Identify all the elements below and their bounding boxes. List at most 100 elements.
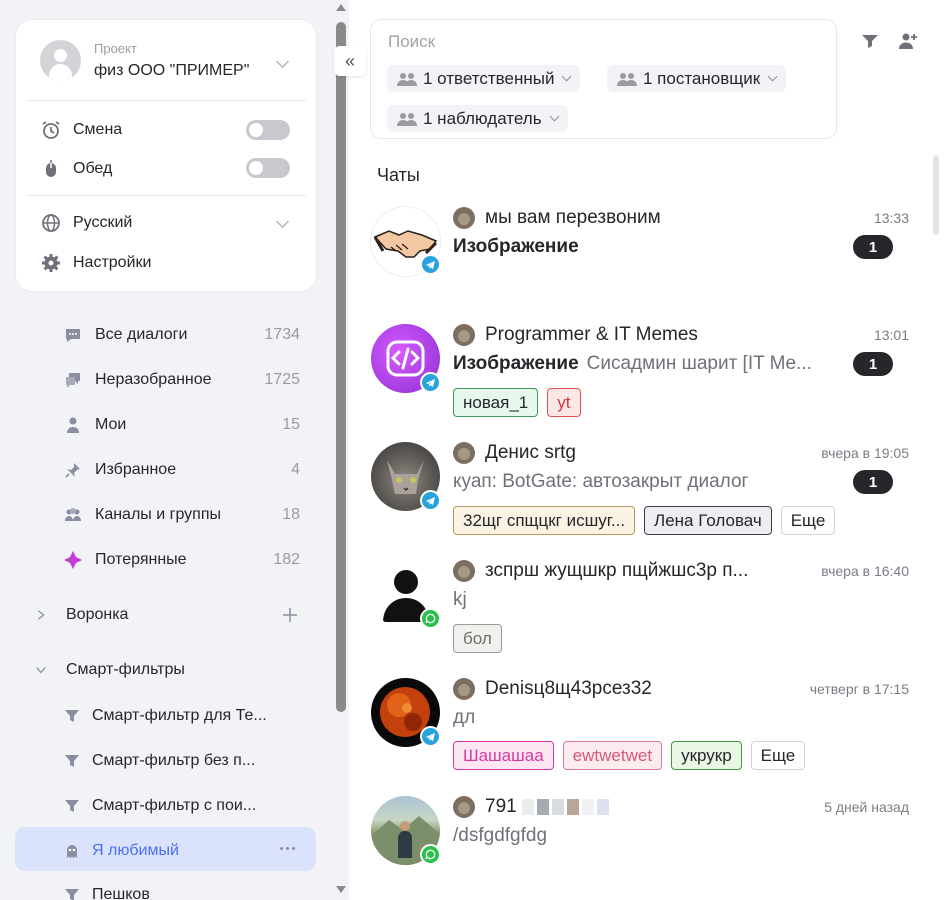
project-name: физ ООО "ПРИМЕР" [94,62,250,79]
smart-filter-item[interactable]: Пешков [64,883,150,900]
filter-chip-assignee[interactable]: 1 ответственный [387,65,581,92]
scroll-up-arrow-icon[interactable] [336,4,346,11]
people-icon [397,112,417,126]
chat-time: вчера в 16:40 [821,563,909,579]
sidebar: Проект физ ООО "ПРИМЕР" Смена Обед Русск… [0,0,333,900]
language-select[interactable]: Русский [40,212,132,234]
tag[interactable]: новая_1 [453,388,539,417]
sender-avatar [453,560,475,582]
chevron-down-icon[interactable] [276,215,289,228]
lunch-toggle[interactable] [246,158,290,178]
smart-filters-group[interactable]: Смарт-фильтры [36,658,185,682]
chevron-down-icon[interactable] [276,55,289,68]
nav-count: 1734 [264,326,300,343]
smart-filter-label: Я любимый [92,842,179,859]
chat-tags: бол [453,624,502,653]
globe-icon [40,212,62,234]
sender-avatar [453,796,475,818]
smart-filter-item[interactable]: Смарт-фильтр для Те... [64,704,267,728]
smart-filter-label: Смарт-фильтр с пои... [92,797,257,814]
nav-item-mine[interactable]: Мои 15 [64,413,304,437]
sidebar-scroll-thumb[interactable] [336,22,346,712]
filter-chip-creator[interactable]: 1 постановщик [607,65,787,92]
project-caption: Проект [94,41,137,56]
tag[interactable]: Лена Головач [644,506,772,535]
ghost-icon [67,845,77,858]
telegram-icon [420,726,441,747]
plus-icon[interactable] [282,607,298,623]
tag[interactable]: бол [453,624,502,653]
scroll-down-arrow-icon[interactable] [336,886,346,893]
filter-icon [65,755,79,767]
more-tags-button[interactable]: Еще [750,741,806,770]
nav-count: 182 [273,551,300,568]
chat-list-scroll-thumb[interactable] [933,155,939,235]
diamond-star-icon [64,551,82,569]
chip-label: 1 наблюдатель [423,108,542,128]
project-card: Проект физ ООО "ПРИМЕР" Смена Обед Русск… [16,20,316,291]
smart-filter-item-active[interactable]: Я любимый [64,839,179,863]
nav-item-all-dialogs[interactable]: Все диалоги 1734 [64,323,304,347]
tag[interactable]: ewtwetwet [562,741,663,770]
chat-time: 13:33 [873,210,909,226]
chevron-down-icon [549,111,560,122]
chat-name: 791 [485,796,785,818]
sender-avatar [453,678,475,700]
tag[interactable]: Шашашаа [453,741,554,770]
more-tags-button[interactable]: Еще [780,506,836,535]
chat-tags: новая_1 yt [453,388,581,417]
search-input[interactable]: Поиск [388,32,435,52]
chat-bubble-icon [64,326,82,344]
filter-icon[interactable] [860,31,880,51]
filter-icon [65,800,79,812]
chat-preview: дл [453,707,843,729]
unread-badge: 1 [853,352,893,376]
tag[interactable]: yt [547,388,581,417]
chip-label: 1 ответственный [423,68,555,88]
chat-name: Denisц8щ43рсез32 [485,678,652,699]
shift-toggle[interactable] [246,120,290,140]
double-chevron-left-icon: « [344,50,355,71]
chat-name: Денис srtg [485,442,576,463]
chat-bubbles-icon [64,371,82,389]
mouse-icon [40,158,62,180]
smart-filter-label: Пешков [92,886,150,900]
tag[interactable]: укрукр [671,741,742,770]
people-icon [617,72,637,86]
main-panel: Поиск 1 ответственный 1 постановщик 1 на… [349,0,945,900]
nav-label: Неразобранное [95,371,212,388]
nav-item-unsorted[interactable]: Неразобранное 1725 [64,368,304,392]
filter-chip-observer[interactable]: 1 наблюдатель [387,105,568,132]
collapse-sidebar-button[interactable]: « [334,46,366,76]
smart-filter-item[interactable]: Смарт-фильтр без п... [64,749,255,773]
shift-row: Смена [40,119,122,141]
project-avatar [40,40,81,81]
nav-item-lost[interactable]: Потерянные 182 [64,548,304,572]
project-switcher[interactable]: Проект физ ООО "ПРИМЕР" [40,40,249,81]
chevron-down-icon [36,667,46,674]
chat-preview: куап: BotGate: автозакрыт диалог [453,471,843,493]
telegram-icon [420,372,441,393]
search-panel: Поиск 1 ответственный 1 постановщик 1 на… [371,20,836,138]
user-icon [64,416,82,434]
funnel-group[interactable]: Воронка [36,603,128,627]
smart-filter-item[interactable]: Смарт-фильтр с пои... [64,794,256,818]
chat-time: 13:01 [873,327,909,343]
more-dots-icon[interactable] [280,847,295,850]
preview-type: Изображение [453,353,579,374]
chat-preview: Изображение Сисадмин шарит [IT Me... [453,353,858,375]
nav-item-channels-groups[interactable]: Каналы и группы 18 [64,503,304,527]
nav-item-favorites[interactable]: Избранное 4 [64,458,304,482]
group-icon [64,506,82,524]
chat-preview: /dsfgdfgfdg [453,825,843,847]
smart-filter-label: Смарт-фильтр для Те... [92,707,267,724]
chevron-right-icon [38,610,45,620]
filter-icon [65,710,79,722]
tag[interactable]: 32щг спщцкг исшуг... [453,506,636,535]
alarm-clock-icon [40,119,62,141]
chevron-down-icon [767,71,778,82]
chat-name: зспрш жущшкр пщйжшс3р п... [485,560,749,581]
pin-icon [64,461,82,479]
add-user-icon[interactable] [898,31,918,51]
settings-link[interactable]: Настройки [40,252,151,274]
